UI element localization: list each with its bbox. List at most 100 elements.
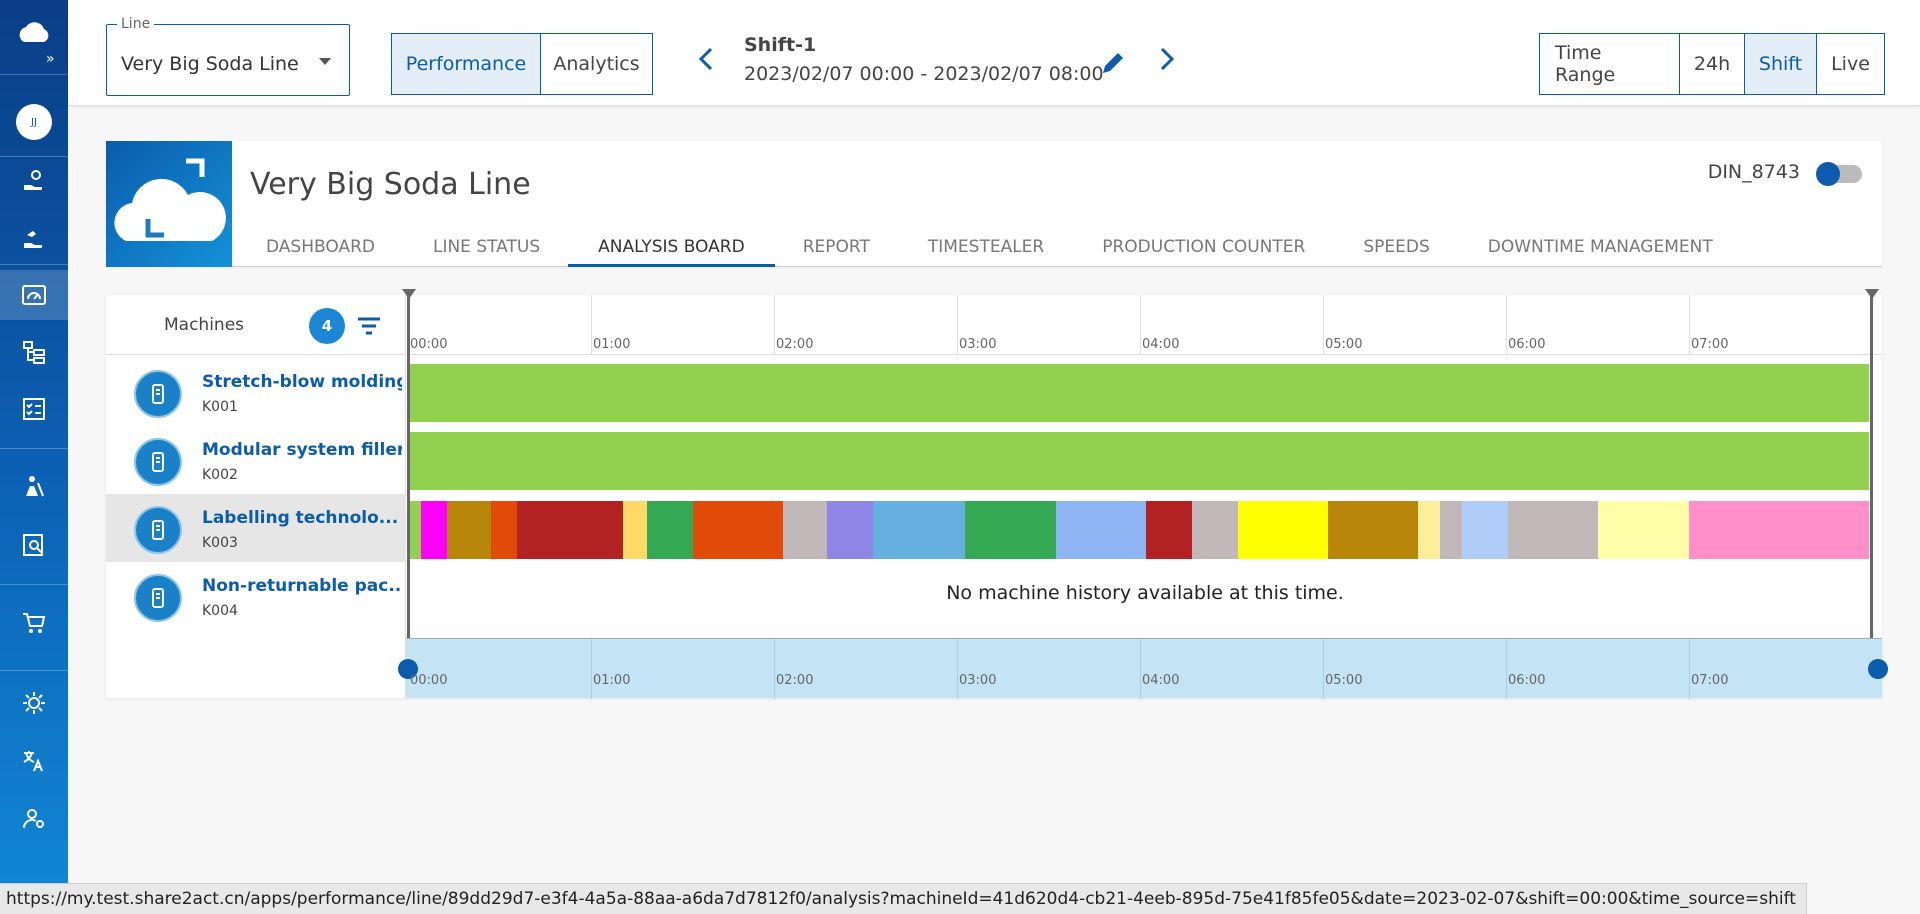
brush-tick-label: 06:00 bbox=[1508, 673, 1546, 688]
axis-gridline bbox=[1689, 295, 1690, 355]
status-segment[interactable] bbox=[490, 501, 517, 559]
range-end-marker[interactable] bbox=[1865, 289, 1879, 638]
status-segment[interactable] bbox=[805, 501, 828, 559]
sidebar-item-checklist[interactable] bbox=[0, 384, 68, 434]
status-segment[interactable] bbox=[1237, 501, 1328, 559]
sidebar-item-language[interactable] bbox=[0, 736, 68, 786]
line-logo bbox=[106, 141, 232, 267]
status-segment[interactable] bbox=[1688, 501, 1869, 559]
status-segment[interactable] bbox=[965, 501, 1056, 559]
status-segment[interactable] bbox=[783, 501, 806, 559]
toggle-knob bbox=[1816, 162, 1840, 186]
cloud-logo-icon[interactable] bbox=[14, 14, 54, 54]
status-segment[interactable] bbox=[1462, 501, 1509, 559]
tab-line-status[interactable]: LINE STATUS bbox=[433, 227, 540, 267]
machine-name[interactable]: Non-returnable pac... bbox=[202, 576, 402, 596]
status-segment[interactable] bbox=[420, 501, 447, 559]
status-segment[interactable] bbox=[1145, 501, 1192, 559]
device-toggle[interactable] bbox=[1816, 162, 1862, 186]
status-segment[interactable] bbox=[1598, 501, 1689, 559]
sidebar-item-user-settings[interactable] bbox=[0, 794, 68, 844]
tab-analysis-board[interactable]: ANALYSIS BOARD bbox=[568, 227, 775, 267]
machine-code: K004 bbox=[202, 603, 238, 619]
status-bar-k002[interactable] bbox=[408, 432, 1869, 490]
machine-code: K003 bbox=[202, 535, 238, 551]
chevron-right-icon[interactable] bbox=[1151, 44, 1181, 74]
brush-gridline bbox=[1323, 639, 1324, 699]
24h-button[interactable]: 24h bbox=[1680, 34, 1745, 94]
axis-gridline bbox=[1323, 295, 1324, 355]
report-search-icon bbox=[23, 534, 43, 556]
sidebar-divider bbox=[0, 264, 68, 265]
status-segment[interactable] bbox=[1508, 501, 1599, 559]
line-select[interactable]: Line Very Big Soda Line bbox=[106, 16, 350, 96]
status-segment[interactable] bbox=[623, 501, 648, 559]
status-segment[interactable] bbox=[1055, 501, 1146, 559]
status-bar-k003[interactable] bbox=[408, 501, 1869, 559]
tab-speeds[interactable]: SPEEDS bbox=[1363, 227, 1429, 267]
blow-mold-icon bbox=[134, 370, 182, 418]
tab-production-counter[interactable]: PRODUCTION COUNTER bbox=[1102, 227, 1305, 267]
status-segment[interactable] bbox=[1191, 501, 1238, 559]
status-segment[interactable] bbox=[1418, 501, 1441, 559]
sidebar-item-performance[interactable] bbox=[0, 270, 68, 320]
translate-icon bbox=[23, 751, 43, 772]
filter-icon[interactable] bbox=[356, 315, 382, 337]
status-segment[interactable] bbox=[827, 501, 874, 559]
chevron-left-icon[interactable] bbox=[692, 44, 722, 74]
brush-tick-label: 04:00 bbox=[1142, 673, 1180, 688]
sidebar-item-hand-gear[interactable] bbox=[0, 155, 68, 205]
machine-code: K002 bbox=[202, 467, 238, 483]
status-segment[interactable] bbox=[1440, 501, 1463, 559]
sidebar-divider bbox=[0, 670, 68, 671]
machine-row[interactable]: Modular system filler K002 bbox=[106, 426, 406, 494]
tab-downtime-management[interactable]: DOWNTIME MANAGEMENT bbox=[1488, 227, 1713, 267]
tab-report[interactable]: REPORT bbox=[803, 227, 870, 267]
status-segment[interactable] bbox=[408, 364, 1869, 422]
tab-dashboard[interactable]: DASHBOARD bbox=[266, 227, 375, 267]
pencil-edit-icon[interactable] bbox=[1100, 50, 1126, 76]
machine-count-badge: 4 bbox=[309, 308, 345, 344]
machine-row[interactable]: Labelling technolo... K003 bbox=[106, 494, 406, 562]
axis-gridline bbox=[774, 295, 775, 355]
machine-name[interactable]: Stretch-blow molding bbox=[202, 372, 402, 392]
machine-code: K001 bbox=[202, 399, 238, 415]
status-bar-url: https://my.test.share2act.cn/apps/perfor… bbox=[0, 883, 1807, 914]
sidebar-item-brightness[interactable] bbox=[0, 678, 68, 728]
expand-chevrons-icon[interactable]: » bbox=[46, 52, 55, 66]
axis-tick-label: 02:00 bbox=[776, 337, 814, 352]
machine-row[interactable]: Non-returnable pac... K004 bbox=[106, 562, 406, 630]
page-title: Very Big Soda Line bbox=[250, 167, 531, 202]
status-segment[interactable] bbox=[693, 501, 784, 559]
avatar[interactable]: JJ bbox=[16, 104, 52, 140]
range-start-marker[interactable] bbox=[402, 289, 416, 638]
machine-name[interactable]: Modular system filler bbox=[202, 440, 402, 460]
sidebar-item-hand-wave[interactable] bbox=[0, 213, 68, 263]
status-segment[interactable] bbox=[516, 501, 624, 559]
status-segment[interactable] bbox=[873, 501, 966, 559]
tab-timestealer[interactable]: TIMESTEALER bbox=[928, 227, 1044, 267]
performance-button[interactable]: Performance bbox=[392, 34, 541, 94]
shift-button[interactable]: Shift bbox=[1745, 34, 1817, 94]
brush-end-handle[interactable] bbox=[1868, 659, 1888, 679]
bottle-icon bbox=[134, 574, 182, 622]
time-range-button[interactable]: Time Range bbox=[1540, 34, 1680, 94]
status-bar-k001[interactable] bbox=[408, 364, 1869, 422]
chevron-down-icon bbox=[319, 58, 331, 65]
live-button[interactable]: Live bbox=[1817, 34, 1884, 94]
machine-row[interactable]: Stretch-blow molding K001 bbox=[106, 358, 406, 426]
sidebar-item-report[interactable] bbox=[0, 520, 68, 570]
status-segment[interactable] bbox=[647, 501, 694, 559]
sidebar-item-person[interactable] bbox=[0, 461, 68, 511]
analytics-button[interactable]: Analytics bbox=[541, 34, 652, 94]
sidebar-item-cart[interactable] bbox=[0, 598, 68, 648]
status-segment[interactable] bbox=[408, 432, 1869, 490]
status-segment[interactable] bbox=[1327, 501, 1419, 559]
time-brush[interactable]: 00:00 01:00 02:00 03:00 04:00 05:00 06:00 07:00 bbox=[398, 638, 1888, 699]
machine-name[interactable]: Labelling technolo... bbox=[202, 508, 402, 528]
brush-gridline bbox=[591, 639, 592, 699]
status-segment[interactable] bbox=[446, 501, 491, 559]
sidebar: » JJ bbox=[0, 0, 68, 914]
device-label: DIN_8743 bbox=[1707, 161, 1800, 183]
sidebar-item-tree[interactable] bbox=[0, 327, 68, 377]
